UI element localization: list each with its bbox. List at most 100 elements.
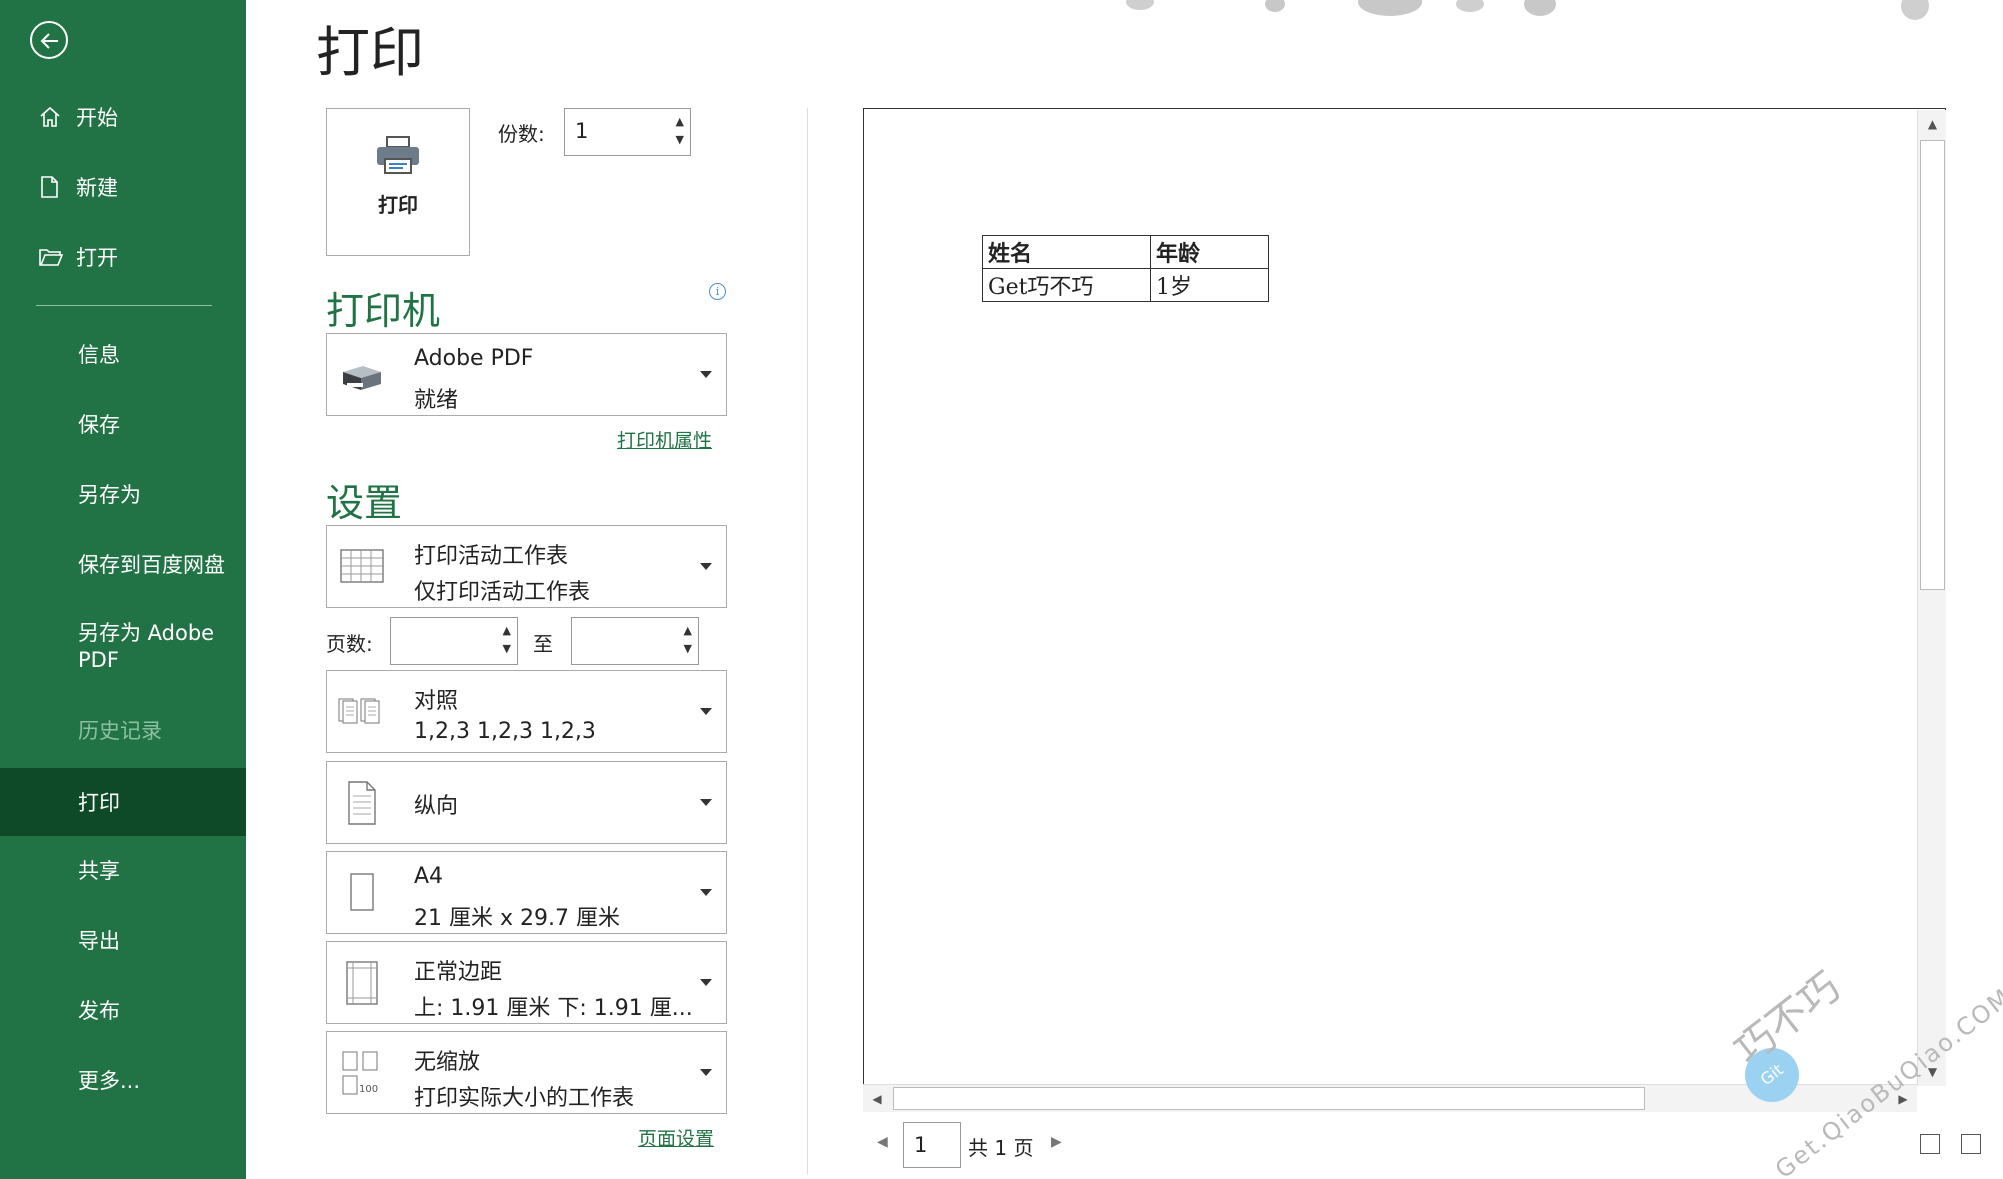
copies-label: 份数: xyxy=(498,122,545,146)
new-document-icon xyxy=(38,175,76,199)
svg-text:100: 100 xyxy=(359,1084,378,1095)
print-button[interactable]: 打印 xyxy=(326,108,470,256)
sidebar-item-save-as[interactable]: 另存为 xyxy=(0,462,246,526)
print-what-dropdown[interactable]: 打印活动工作表 仅打印活动工作表 xyxy=(326,525,727,608)
chevron-down-icon xyxy=(700,708,712,715)
table-row: 姓名 年龄 xyxy=(982,235,1269,269)
info-icon[interactable]: i xyxy=(709,283,726,300)
copies-value: 1 xyxy=(575,119,589,143)
collate-icon xyxy=(338,698,380,724)
setting-secondary: 1,2,3 1,2,3 1,2,3 xyxy=(414,719,596,744)
sidebar-item-open[interactable]: 打开 xyxy=(0,225,246,289)
sidebar-item-label: 打印 xyxy=(78,791,120,815)
scaling-dropdown[interactable]: 100 无缩放 打印实际大小的工作表 xyxy=(326,1031,727,1114)
chevron-down-icon xyxy=(700,889,712,896)
setting-primary: 纵向 xyxy=(414,794,459,819)
setting-secondary: 打印实际大小的工作表 xyxy=(414,1086,635,1111)
show-margins-icon[interactable] xyxy=(1920,1134,1940,1154)
sidebar-item-label: 发布 xyxy=(78,999,120,1023)
sidebar-item-home[interactable]: 开始 xyxy=(0,85,246,149)
watermark-decoration-icon xyxy=(1126,0,1929,20)
sidebar-item-label: 开始 xyxy=(76,106,118,130)
setting-primary: 打印活动工作表 xyxy=(414,544,569,569)
sidebar-item-info[interactable]: 信息 xyxy=(0,322,246,386)
sheet-grid-icon xyxy=(340,549,384,583)
setting-primary: 无缩放 xyxy=(414,1050,481,1075)
scrollbar-thumb[interactable] xyxy=(1920,140,1945,590)
pdf-printer-icon xyxy=(343,366,381,390)
paper-size-dropdown[interactable]: A4 21 厘米 x 29.7 厘米 xyxy=(326,851,727,934)
orientation-dropdown[interactable]: 纵向 xyxy=(326,761,727,844)
setting-secondary: 上: 1.91 厘米 下: 1.91 厘... xyxy=(414,996,693,1021)
home-icon xyxy=(38,105,76,129)
sidebar-item-label: 保存到百度网盘 xyxy=(78,553,225,577)
sidebar-item-label: 另存为 xyxy=(78,483,141,507)
setting-secondary: 仅打印活动工作表 xyxy=(414,580,591,605)
page-setup-link[interactable]: 页面设置 xyxy=(638,1124,714,1151)
table-cell: Get巧不巧 xyxy=(982,268,1151,302)
settings-section-heading: 设置 xyxy=(326,481,403,525)
pages-to-label: 至 xyxy=(533,632,553,656)
current-page-value: 1 xyxy=(914,1133,928,1157)
sidebar-divider xyxy=(36,305,212,306)
chevron-down-icon xyxy=(700,563,712,570)
margins-dropdown[interactable]: 正常边距 上: 1.91 厘米 下: 1.91 厘... xyxy=(326,941,727,1024)
open-folder-icon xyxy=(38,246,76,268)
excel-backstage-print: 开始 新建 打开 信息 保存 另存为 保存到百度网盘 另存为 Adobe PDF… xyxy=(0,0,2003,1179)
scroll-left-icon[interactable]: ◀ xyxy=(863,1085,891,1113)
sidebar-item-label: 历史记录 xyxy=(78,719,162,743)
printer-section-heading: 打印机 xyxy=(326,289,441,333)
scroll-up-icon[interactable]: ▲ xyxy=(1918,110,1947,138)
setting-primary: 对照 xyxy=(414,689,459,714)
stepper-arrows-icon[interactable]: ▲ ▼ xyxy=(503,622,511,658)
print-preview-page: 姓名 年龄 Get巧不巧 1岁 xyxy=(863,108,1946,1086)
next-page-icon[interactable]: ▶ xyxy=(1051,1134,1062,1150)
chevron-down-icon xyxy=(700,979,712,986)
paper-size-icon xyxy=(350,873,374,911)
sidebar-item-history: 历史记录 xyxy=(0,698,246,762)
sidebar-item-label: 保存 xyxy=(78,413,120,437)
sidebar-item-new[interactable]: 新建 xyxy=(0,155,246,219)
back-arrow-icon[interactable] xyxy=(30,21,68,59)
sidebar-item-save[interactable]: 保存 xyxy=(0,392,246,456)
preview-vertical-scrollbar[interactable]: ▲ ▼ xyxy=(1917,110,1946,1086)
sidebar-item-export[interactable]: 导出 xyxy=(0,908,246,972)
printer-properties-link[interactable]: 打印机属性 xyxy=(617,426,712,453)
sidebar-item-label: 新建 xyxy=(76,176,118,200)
pages-label: 页数: xyxy=(326,632,373,656)
table-cell: 1岁 xyxy=(1150,268,1269,302)
chevron-down-icon xyxy=(700,799,712,806)
chevron-down-icon xyxy=(700,1069,712,1076)
sidebar-item-save-to-baidu[interactable]: 保存到百度网盘 xyxy=(0,532,246,596)
sidebar-item-label: 另存为 Adobe PDF xyxy=(78,621,215,672)
scaling-icon: 100 xyxy=(342,1051,378,1095)
printer-name: Adobe PDF xyxy=(414,346,534,371)
table-row: Get巧不巧 1岁 xyxy=(982,268,1269,302)
setting-primary: A4 xyxy=(414,864,444,889)
pages-to-stepper[interactable]: ▲ ▼ xyxy=(571,617,699,665)
sidebar-item-print[interactable]: 打印 xyxy=(0,768,246,836)
sidebar-item-more[interactable]: 更多... xyxy=(0,1048,246,1112)
sidebar-item-share[interactable]: 共享 xyxy=(0,838,246,902)
sidebar-item-save-as-pdf[interactable]: 另存为 Adobe PDF xyxy=(0,620,230,690)
printer-status: 就绪 xyxy=(414,388,459,413)
sidebar-item-label: 信息 xyxy=(78,343,120,367)
setting-secondary: 21 厘米 x 29.7 厘米 xyxy=(414,906,620,931)
sidebar-item-publish[interactable]: 发布 xyxy=(0,978,246,1042)
zoom-to-page-icon[interactable] xyxy=(1961,1134,1981,1154)
copies-stepper[interactable]: 1 ▲ ▼ xyxy=(564,108,691,156)
table-header-cell: 姓名 xyxy=(982,235,1151,269)
sidebar-item-label: 更多... xyxy=(78,1069,141,1093)
pages-from-stepper[interactable]: ▲ ▼ xyxy=(390,617,518,665)
scrollbar-thumb[interactable] xyxy=(893,1087,1645,1110)
previous-page-icon[interactable]: ◀ xyxy=(877,1134,888,1150)
printer-dropdown[interactable]: Adobe PDF 就绪 xyxy=(326,333,727,416)
setting-primary: 正常边距 xyxy=(414,960,503,985)
stepper-arrows-icon[interactable]: ▲ ▼ xyxy=(684,622,692,658)
sidebar-item-label: 共享 xyxy=(78,859,120,883)
collate-dropdown[interactable]: 对照 1,2,3 1,2,3 1,2,3 xyxy=(326,670,727,753)
backstage-sidebar: 开始 新建 打开 信息 保存 另存为 保存到百度网盘 另存为 Adobe PDF… xyxy=(0,0,246,1179)
table-header-cell: 年龄 xyxy=(1150,235,1269,269)
current-page-input[interactable]: 1 xyxy=(903,1122,961,1168)
stepper-arrows-icon[interactable]: ▲ ▼ xyxy=(676,113,684,149)
